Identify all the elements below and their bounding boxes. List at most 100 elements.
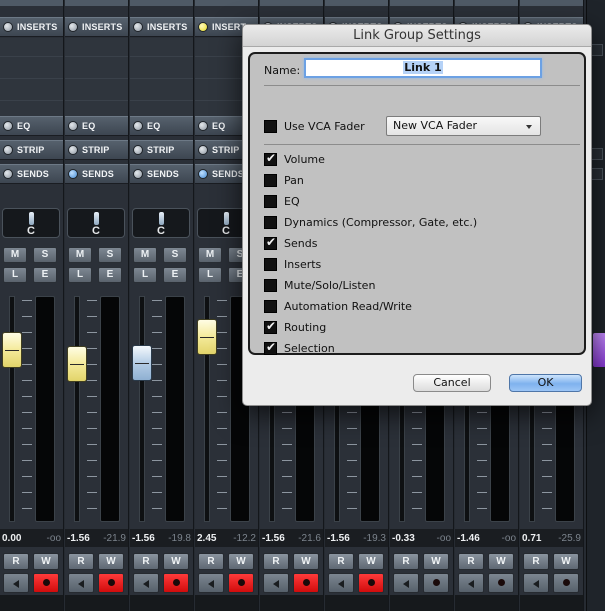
read-button[interactable]: R (458, 553, 484, 570)
pan-knob-icon[interactable] (29, 212, 34, 225)
record-button[interactable] (228, 573, 254, 593)
led-icon[interactable] (133, 145, 143, 155)
led-icon[interactable] (68, 22, 78, 32)
record-button[interactable] (163, 573, 189, 593)
read-button[interactable]: R (68, 553, 94, 570)
square-icon[interactable] (591, 168, 603, 180)
edit-button[interactable]: E (98, 267, 122, 283)
eq-row[interactable]: EQ (0, 116, 63, 136)
name-input[interactable]: Link 1 (304, 58, 542, 78)
led-icon[interactable] (3, 22, 13, 32)
edit-button[interactable]: E (33, 267, 57, 283)
write-button[interactable]: W (228, 553, 254, 570)
square-icon[interactable] (591, 44, 603, 56)
sends-row[interactable]: SENDS (65, 164, 128, 184)
read-button[interactable]: R (328, 553, 354, 570)
write-button[interactable]: W (98, 553, 124, 570)
led-icon[interactable] (133, 22, 143, 32)
option-row-mute-solo-listen[interactable]: Mute/Solo/Listen (264, 276, 375, 294)
option-checkbox[interactable] (264, 173, 277, 187)
write-button[interactable]: W (488, 553, 514, 570)
strip-row[interactable]: STRIP (130, 140, 193, 160)
fader-handle[interactable] (197, 319, 217, 355)
record-button[interactable] (293, 573, 319, 593)
mute-button[interactable]: M (133, 247, 157, 263)
ok-button[interactable]: OK (509, 374, 582, 392)
led-icon[interactable] (133, 121, 143, 131)
record-button[interactable] (553, 573, 579, 593)
record-button[interactable] (358, 573, 384, 593)
option-checkbox[interactable] (264, 278, 277, 292)
option-row-selection[interactable]: Selection (264, 339, 335, 357)
option-row-automation-read-write[interactable]: Automation Read/Write (264, 297, 412, 315)
edit-button[interactable]: E (163, 267, 187, 283)
strip-row[interactable]: STRIP (65, 140, 128, 160)
option-row-eq[interactable]: EQ (264, 192, 300, 210)
eq-row[interactable]: EQ (130, 116, 193, 136)
monitor-button[interactable] (328, 573, 354, 593)
led-icon[interactable] (3, 169, 13, 179)
option-checkbox[interactable] (264, 151, 277, 166)
purple-fader-cap[interactable] (593, 333, 605, 367)
led-icon[interactable] (68, 169, 78, 179)
monitor-button[interactable] (393, 573, 419, 593)
mute-button[interactable]: M (68, 247, 92, 263)
monitor-button[interactable] (68, 573, 94, 593)
vca-option-row[interactable]: Use VCA Fader (264, 117, 365, 135)
option-checkbox[interactable] (264, 257, 277, 271)
write-button[interactable]: W (163, 553, 189, 570)
read-button[interactable]: R (263, 553, 289, 570)
led-icon[interactable] (133, 169, 143, 179)
option-row-pan[interactable]: Pan (264, 171, 304, 189)
solo-button[interactable]: S (33, 247, 57, 263)
led-icon[interactable] (68, 145, 78, 155)
led-icon[interactable] (198, 121, 208, 131)
listen-button[interactable]: L (3, 267, 27, 283)
square-icon[interactable] (591, 148, 603, 160)
write-button[interactable]: W (293, 553, 319, 570)
fader-handle[interactable] (2, 332, 22, 368)
option-checkbox[interactable] (264, 299, 277, 313)
fader-handle[interactable] (67, 346, 87, 382)
solo-button[interactable]: S (163, 247, 187, 263)
write-button[interactable]: W (553, 553, 579, 570)
led-icon[interactable] (3, 121, 13, 131)
mute-button[interactable]: M (3, 247, 27, 263)
monitor-button[interactable] (263, 573, 289, 593)
pan-knob-icon[interactable] (94, 212, 99, 225)
strip-row[interactable]: STRIP (0, 140, 63, 160)
vca-fader-select[interactable]: New VCA Fader (386, 116, 541, 136)
record-button[interactable] (98, 573, 124, 593)
option-checkbox[interactable] (264, 340, 277, 355)
mute-button[interactable]: M (198, 247, 222, 263)
cancel-button[interactable]: Cancel (413, 374, 491, 392)
led-icon[interactable] (198, 22, 208, 32)
pan-knob-icon[interactable] (159, 212, 164, 225)
inserts-row[interactable]: INSERTS (65, 17, 128, 37)
monitor-button[interactable] (198, 573, 224, 593)
read-button[interactable]: R (3, 553, 29, 570)
read-button[interactable]: R (393, 553, 419, 570)
listen-button[interactable]: L (133, 267, 157, 283)
eq-row[interactable]: EQ (65, 116, 128, 136)
listen-button[interactable]: L (198, 267, 222, 283)
vca-checkbox[interactable] (264, 119, 277, 133)
inserts-row[interactable]: INSERTS (0, 17, 63, 37)
monitor-button[interactable] (133, 573, 159, 593)
pan-control[interactable]: C (67, 208, 125, 238)
led-icon[interactable] (198, 145, 208, 155)
record-button[interactable] (33, 573, 59, 593)
sends-row[interactable]: SENDS (0, 164, 63, 184)
monitor-button[interactable] (458, 573, 484, 593)
read-button[interactable]: R (523, 553, 549, 570)
write-button[interactable]: W (358, 553, 384, 570)
option-row-routing[interactable]: Routing (264, 318, 326, 336)
option-checkbox[interactable] (264, 194, 277, 208)
option-row-inserts[interactable]: Inserts (264, 255, 321, 273)
read-button[interactable]: R (133, 553, 159, 570)
listen-button[interactable]: L (68, 267, 92, 283)
fader-handle[interactable] (132, 345, 152, 381)
record-button[interactable] (488, 573, 514, 593)
read-button[interactable]: R (198, 553, 224, 570)
inserts-row[interactable]: INSERTS (130, 17, 193, 37)
